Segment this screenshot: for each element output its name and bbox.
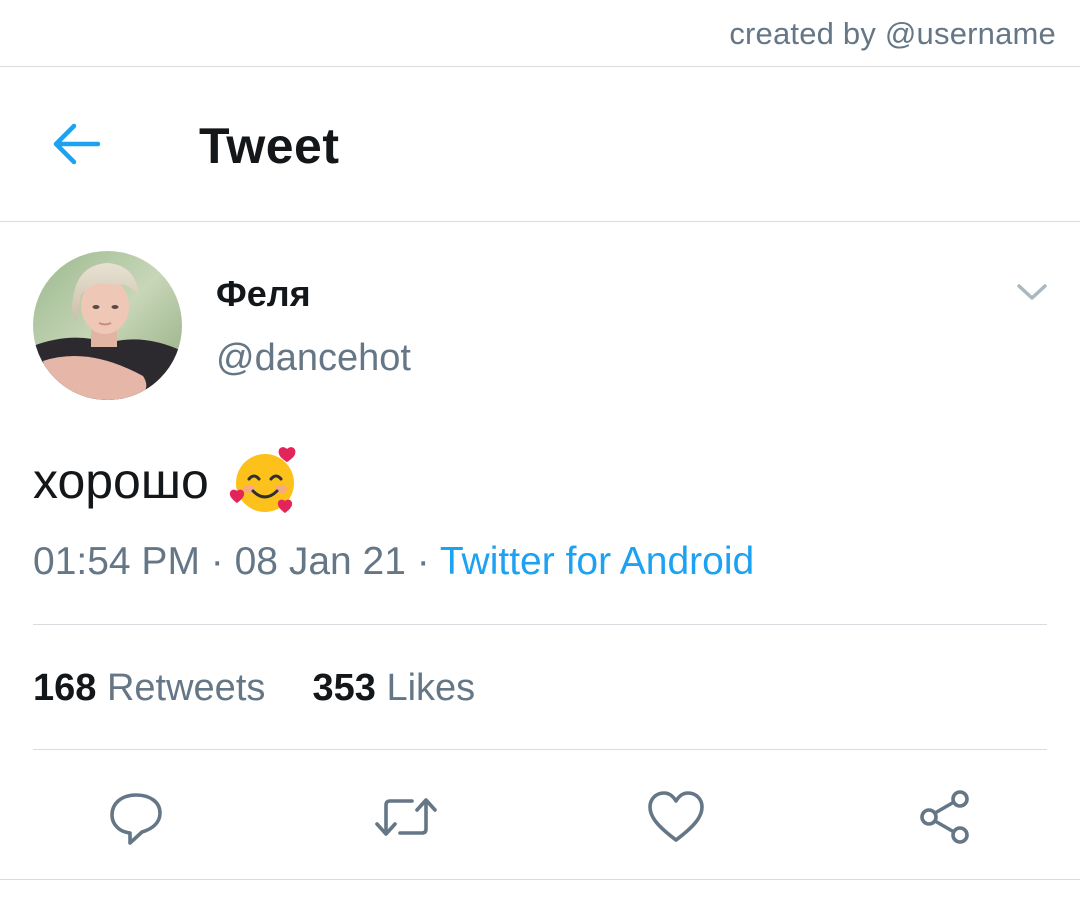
header: Tweet (0, 67, 1080, 222)
page-title: Tweet (199, 118, 340, 174)
more-options-button[interactable] (1011, 276, 1053, 308)
tweet-source-link[interactable]: Twitter for Android (440, 540, 754, 583)
tweet-meta: 01:54 PM · 08 Jan 21 · Twitter for Andro… (33, 540, 754, 584)
retweet-button[interactable] (374, 787, 437, 847)
reply-icon[interactable] (106, 787, 166, 847)
retweet-icon[interactable] (374, 787, 438, 847)
tweet-time: 01:54 PM (33, 540, 200, 583)
arrow-left-icon[interactable] (48, 119, 104, 169)
retweets-stat[interactable]: 168 Retweets (33, 667, 276, 709)
user-handle[interactable]: @dancehot (216, 337, 411, 380)
likes-label: Likes (386, 667, 476, 709)
meta-separator: · (405, 540, 440, 583)
share-icon[interactable] (916, 787, 976, 847)
divider (0, 879, 1080, 880)
heart-icon[interactable] (646, 787, 706, 847)
retweets-count: 168 (33, 667, 97, 709)
reply-button[interactable] (106, 787, 166, 847)
avatar[interactable] (33, 251, 182, 400)
credit-text: created by @username (729, 16, 1056, 51)
chevron-down-icon[interactable] (1011, 276, 1053, 308)
likes-count: 353 (312, 667, 376, 709)
smiling-face-with-hearts-icon (229, 447, 296, 513)
tweet-stats: 168 Retweets 353 Likes (33, 667, 475, 710)
display-name[interactable]: Феля (216, 273, 311, 315)
back-button[interactable] (48, 119, 104, 169)
meta-separator: · (199, 540, 235, 583)
action-bar (0, 752, 1080, 879)
share-button[interactable] (916, 787, 976, 847)
credit-bar: created by @username (0, 0, 1080, 67)
divider (33, 624, 1047, 625)
tweet-text: хорошо (33, 446, 301, 516)
tweet-date: 08 Jan 21 (234, 540, 406, 583)
retweets-label: Retweets (106, 667, 266, 709)
likes-stat[interactable]: 353 Likes (313, 667, 476, 709)
like-button[interactable] (646, 787, 706, 847)
tweet-text-content: хорошо (33, 453, 209, 509)
divider (33, 749, 1047, 750)
